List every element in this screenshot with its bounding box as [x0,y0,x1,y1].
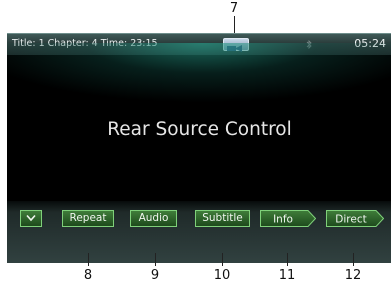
callout-9: 9 [150,268,160,283]
subtitle-button[interactable]: Subtitle [195,210,250,227]
repeat-button[interactable]: Repeat [62,210,114,227]
subtitle-button-label: Subtitle [202,212,243,224]
info-button-label: Info [273,213,293,225]
callout-11-leader [287,253,288,266]
info-button[interactable]: Info [260,210,316,227]
down-button[interactable] [20,210,42,227]
decorative-glow [7,43,391,103]
callout-12-leader [353,253,354,266]
direct-button[interactable]: Direct [326,210,384,227]
callout-10: 10 [213,268,231,283]
manual-figure: 7 Title: 1 Chapter: 4 Time: 23:15 05:24 … [0,0,391,287]
page-title: Rear Source Control [107,119,292,140]
callout-8-leader [88,253,89,266]
callout-9-leader [155,253,156,266]
device-screen: Title: 1 Chapter: 4 Time: 23:15 05:24 Re… [7,33,391,263]
repeat-button-label: Repeat [69,212,107,224]
callout-8: 8 [83,268,93,283]
audio-button[interactable]: Audio [130,210,177,227]
callout-11: 11 [278,268,296,283]
direct-button-label: Direct [335,213,366,225]
chevron-down-icon [26,214,36,222]
callout-10-leader [222,253,223,266]
callout-7: 7 [229,1,239,16]
audio-button-label: Audio [138,212,169,224]
callout-12: 12 [344,268,362,283]
